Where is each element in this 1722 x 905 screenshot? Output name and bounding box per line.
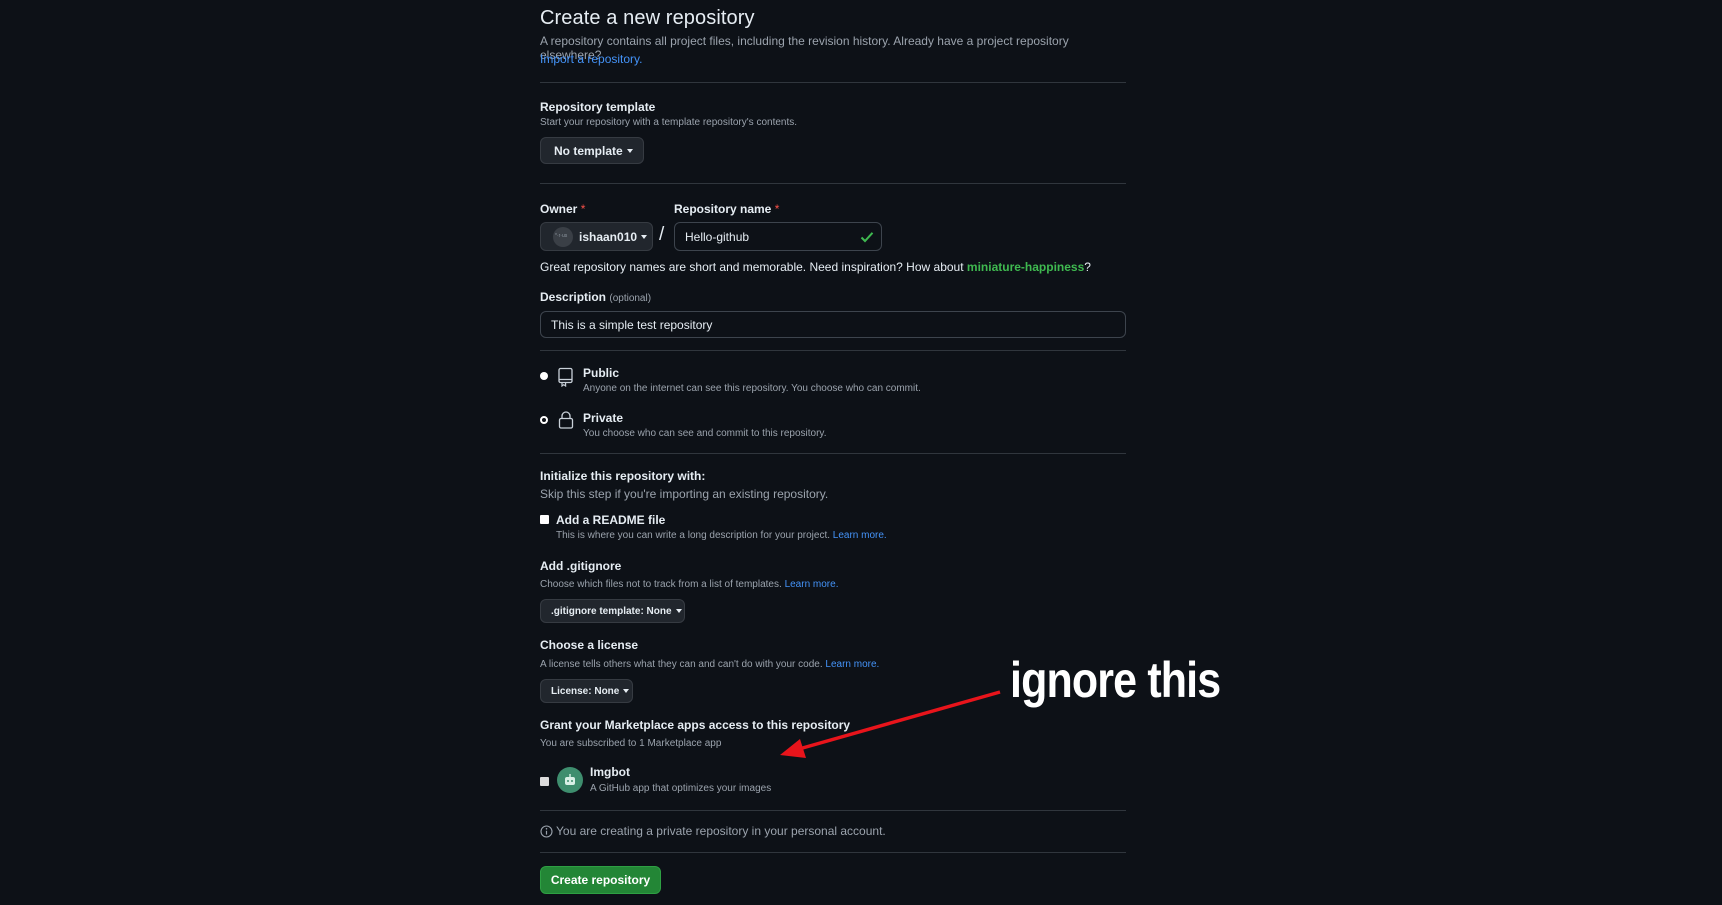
imgbot-name: Imgbot: [590, 765, 630, 779]
public-note: Anyone on the internet can see this repo…: [583, 383, 921, 394]
divider: [540, 183, 1126, 184]
lock-icon: [558, 411, 574, 429]
template-dropdown-label: No template: [554, 143, 623, 158]
chevron-down-icon: [626, 148, 633, 153]
private-label: Private: [583, 411, 624, 425]
create-repository-button[interactable]: Create repository: [540, 866, 661, 894]
description-input[interactable]: This is a simple test repository: [540, 311, 1126, 338]
annotation-arrow: [780, 690, 1001, 758]
avatar: *·r·us: [553, 226, 573, 247]
license-dropdown[interactable]: License: None: [540, 679, 633, 703]
chevron-down-icon: [641, 234, 648, 239]
repo-name-label: Repository name *: [674, 202, 780, 216]
description-value: This is a simple test repository: [551, 317, 713, 332]
gitignore-learn-more-link[interactable]: Learn more.: [785, 579, 839, 590]
template-label: Repository template: [540, 100, 656, 114]
template-note: Start your repository with a template re…: [540, 117, 798, 128]
owner-dropdown[interactable]: *·r·us ishaan010: [540, 222, 653, 251]
license-note: A license tells others what they can and…: [540, 659, 880, 670]
divider: [540, 350, 1126, 351]
check-icon: [860, 232, 874, 243]
license-learn-more-link[interactable]: Learn more.: [825, 659, 879, 670]
divider: [540, 82, 1126, 83]
info-icon: [540, 825, 553, 838]
imgbot-avatar: [557, 767, 583, 793]
repo-name-hint: Great repository names are short and mem…: [540, 260, 1091, 274]
readme-checkbox[interactable]: [540, 515, 549, 524]
readme-learn-more-link[interactable]: Learn more.: [833, 530, 887, 541]
annotation-text: ignore this: [1010, 652, 1221, 708]
license-dropdown-label: License: None: [551, 685, 620, 697]
gitignore-label: Add .gitignore: [540, 559, 622, 573]
repo-name-input[interactable]: Hello-github: [674, 222, 882, 251]
repo-name-value: Hello-github: [685, 229, 750, 244]
template-dropdown[interactable]: No template: [540, 137, 644, 164]
private-info-text: You are creating a private repository in…: [556, 824, 886, 838]
name-suggestion-link[interactable]: miniature-happiness: [967, 260, 1084, 274]
chevron-down-icon: [623, 689, 630, 693]
owner-label: Owner *: [540, 202, 586, 216]
page-title: Create a new repository: [540, 7, 755, 29]
robot-icon: [565, 774, 575, 785]
readme-note: This is where you can write a long descr…: [556, 530, 887, 541]
imgbot-checkbox[interactable]: [540, 777, 549, 786]
license-label: Choose a license: [540, 638, 639, 652]
gitignore-dropdown-label: .gitignore template: None: [551, 605, 672, 617]
public-radio[interactable]: [540, 372, 548, 380]
gitignore-note: Choose which files not to track from a l…: [540, 579, 839, 590]
private-radio[interactable]: [540, 416, 548, 424]
imgbot-note: A GitHub app that optimizes your images: [590, 783, 772, 794]
initialize-note: Skip this step if you're importing an ex…: [540, 487, 829, 501]
owner-value: ishaan010: [579, 229, 638, 244]
initialize-label: Initialize this repository with:: [540, 469, 706, 483]
owner-repo-separator: /: [659, 224, 665, 245]
readme-label: Add a README file: [556, 513, 666, 527]
chevron-down-icon: [675, 609, 682, 613]
marketplace-note: You are subscribed to 1 Marketplace app: [540, 738, 722, 749]
import-repository-link[interactable]: Import a repository.: [540, 52, 642, 66]
public-label: Public: [583, 366, 620, 380]
divider: [540, 852, 1126, 853]
description-label: Description (optional): [540, 290, 652, 304]
divider: [540, 453, 1126, 454]
gitignore-dropdown[interactable]: .gitignore template: None: [540, 599, 685, 623]
divider: [540, 810, 1126, 811]
repo-icon: [558, 367, 573, 387]
private-note: You choose who can see and commit to thi…: [583, 428, 827, 439]
